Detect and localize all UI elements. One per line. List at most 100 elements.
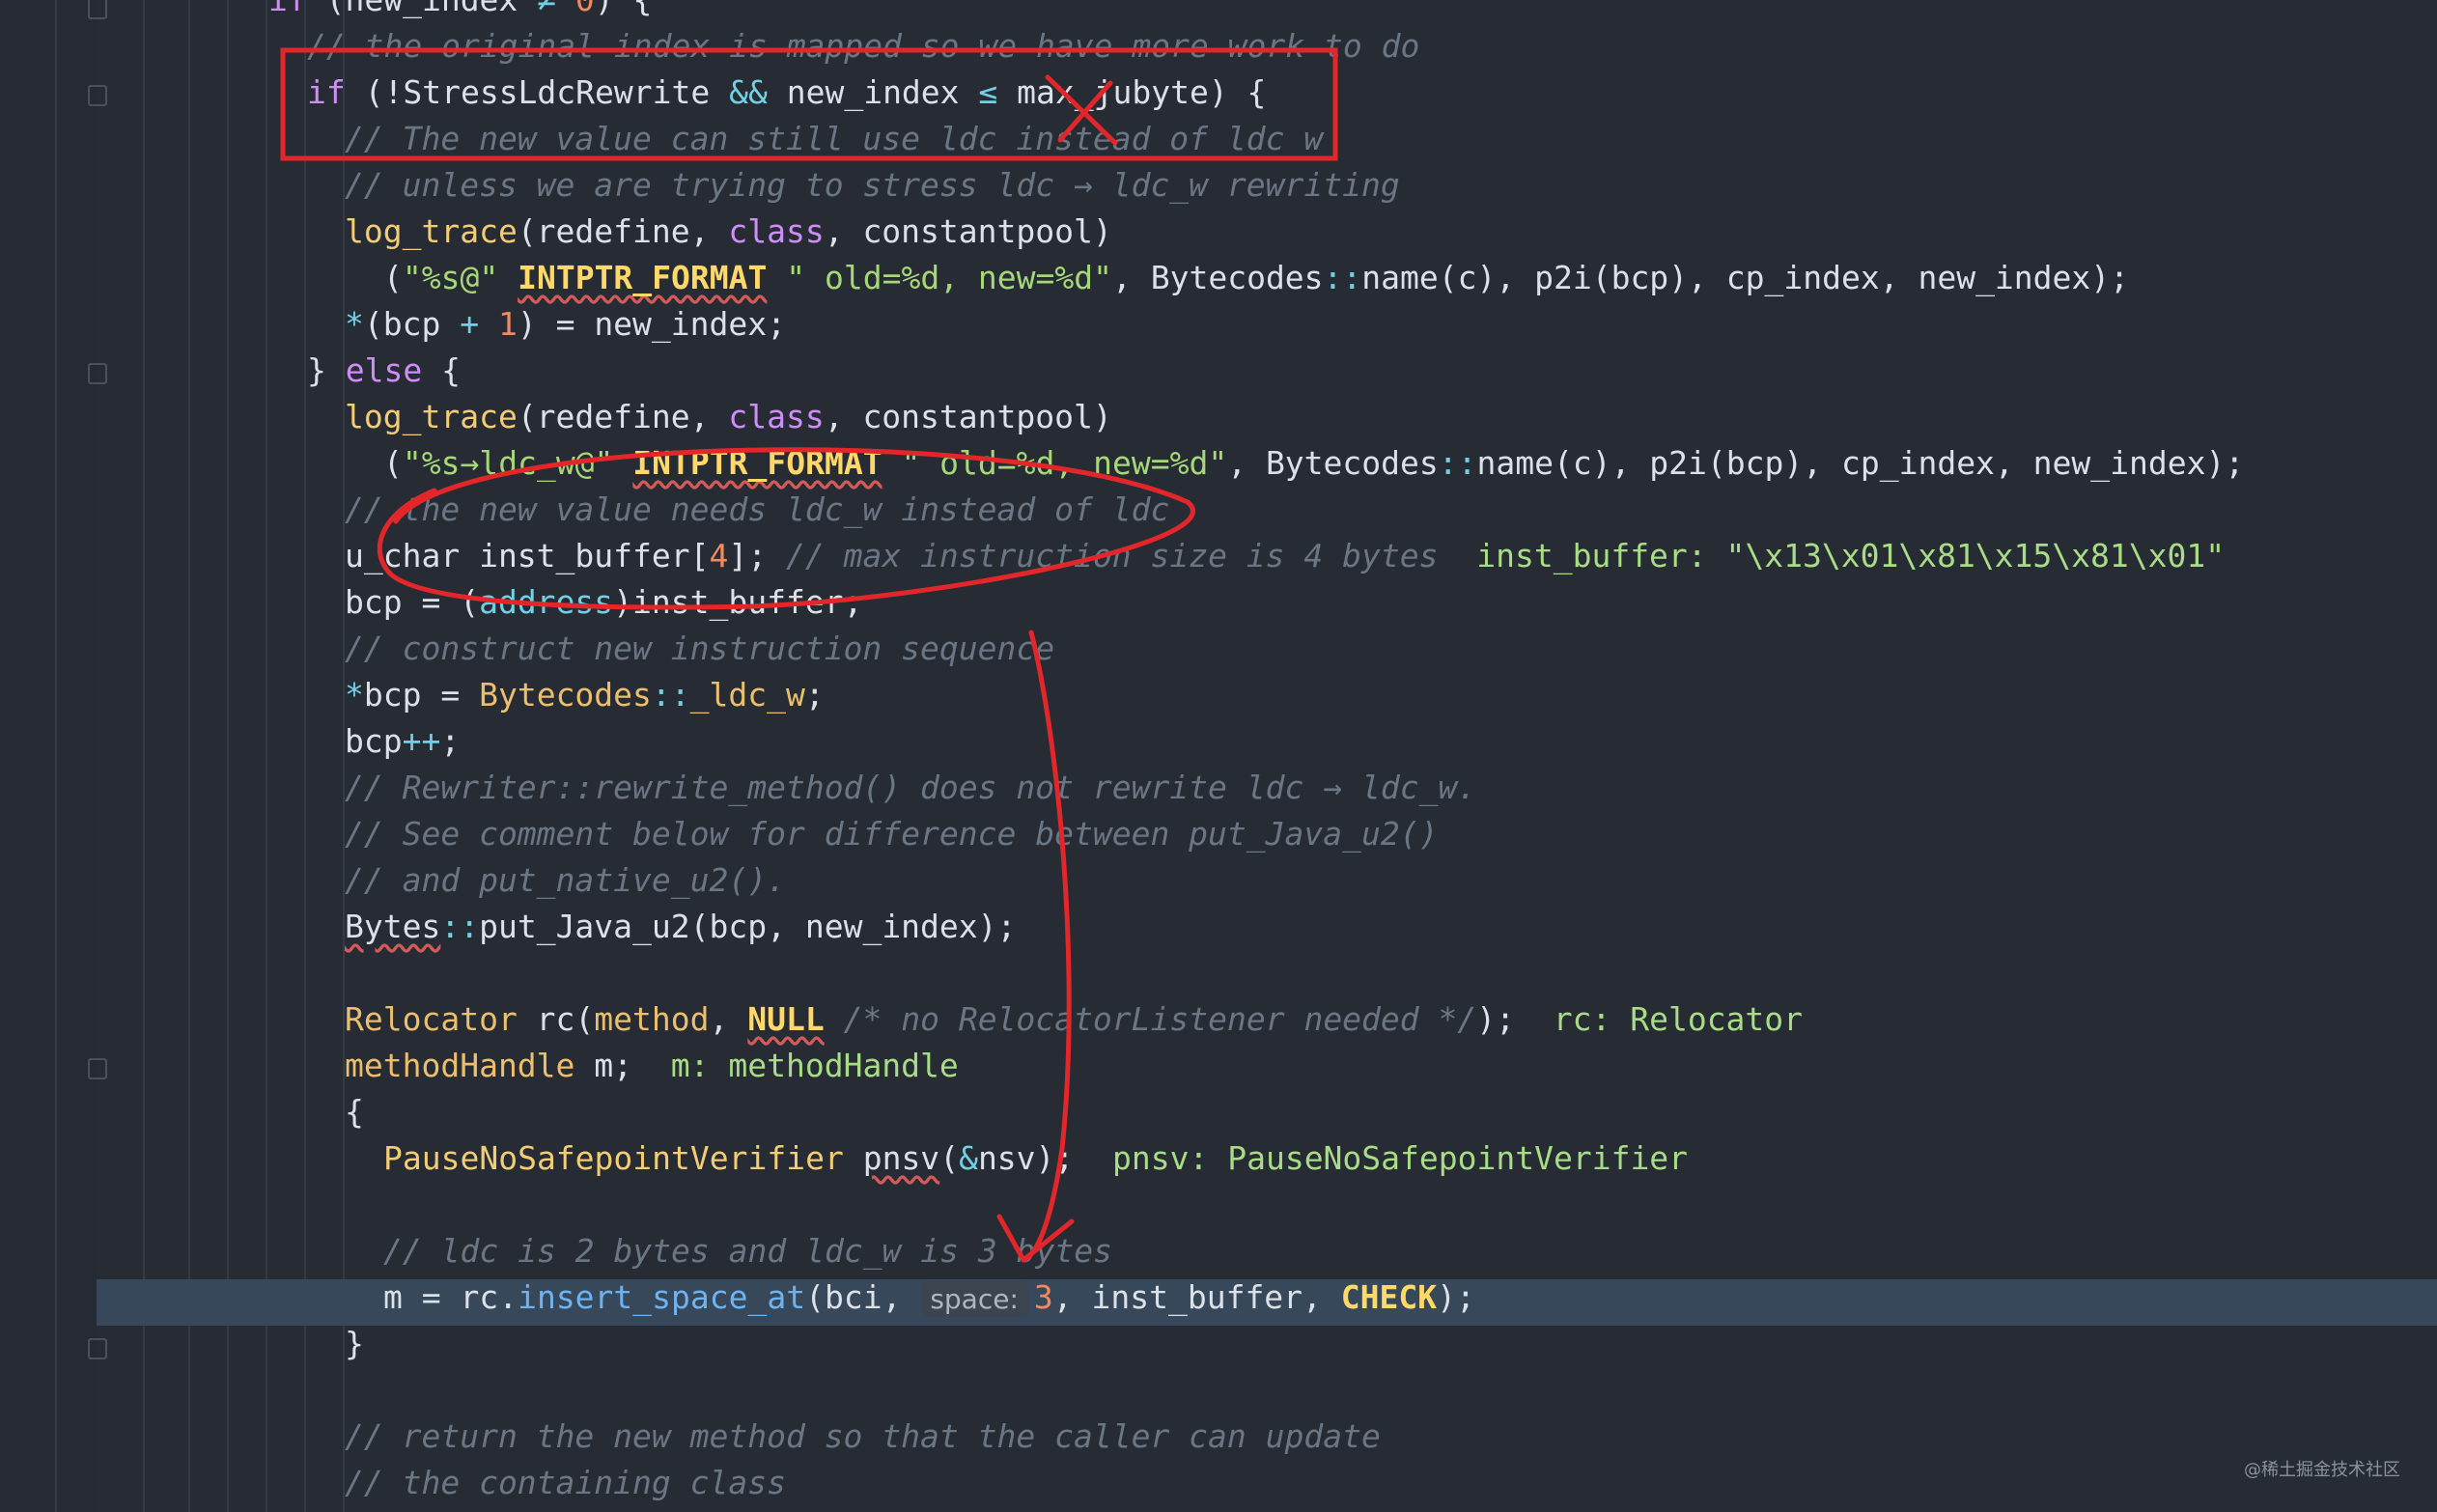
code-token: // and put_native_u2(). xyxy=(345,861,786,899)
code-token: else xyxy=(345,351,423,389)
code-line[interactable]: if (new_index ≠ 0) { xyxy=(268,0,652,23)
code-token: { xyxy=(345,1093,364,1131)
code-token: if xyxy=(307,73,346,111)
code-token: , constantpool) xyxy=(824,212,1112,250)
code-token: // the new value needs ldc_w instead of … xyxy=(345,490,1170,528)
code-line[interactable]: m = rc.insert_space_at(bci, space: 3, ins… xyxy=(383,1274,1475,1321)
code-line[interactable]: log_trace(redefine, class, constantpool) xyxy=(345,394,1112,440)
code-line[interactable]: // construct new instruction sequence xyxy=(345,626,1054,672)
code-token: ) = new_index; xyxy=(517,305,786,343)
code-token: CHECK xyxy=(1340,1278,1438,1316)
code-token: ) { xyxy=(595,0,653,18)
code-token: , Bytecodes xyxy=(1227,444,1439,482)
inlay-type-hint: m: methodHandle xyxy=(670,1047,959,1084)
code-token: + xyxy=(460,305,480,343)
code-token: bcp = xyxy=(363,676,480,714)
code-token: m = rc. xyxy=(383,1278,518,1316)
code-token: ]; xyxy=(728,537,786,574)
code-line[interactable]: // the containing class xyxy=(345,1460,786,1506)
code-token: // the containing class xyxy=(345,1464,786,1501)
code-token: log_trace xyxy=(345,212,518,250)
code-token: max_jubyte) { xyxy=(997,73,1267,111)
code-line[interactable]: // and put_native_u2(). xyxy=(345,857,786,904)
code-editor[interactable]: if (new_index ≠ 0) { // the original inde… xyxy=(0,0,2437,1512)
line-gutter[interactable] xyxy=(0,0,97,1512)
code-token: methodHandle xyxy=(345,1047,575,1084)
code-token: 0 xyxy=(575,0,595,18)
code-line[interactable]: // The new value can still use ldc inste… xyxy=(345,116,1323,162)
watermark: @稀土掘金技术社区 xyxy=(2244,1460,2400,1480)
indent-guide xyxy=(55,0,57,1512)
code-token: pnsv xyxy=(862,1139,940,1177)
code-token: // unless we are trying to stress ldc → … xyxy=(345,166,1400,204)
code-token: (redefine, xyxy=(517,398,729,435)
code-token: " old=%d, new=%d" xyxy=(882,444,1228,482)
code-token: ≤ xyxy=(978,73,998,111)
code-line[interactable]: // the original index is mapped so we ha… xyxy=(307,23,1419,70)
fold-marker-icon[interactable] xyxy=(88,1338,107,1359)
code-line[interactable]: // ldc is 2 bytes and ldc_w is 3 bytes xyxy=(383,1228,1112,1274)
code-token: put_Java_u2(bcp, new_index); xyxy=(479,908,1017,945)
fold-marker-icon[interactable] xyxy=(88,363,107,384)
inlay-type-hint: pnsv: PauseNoSafepointVerifier xyxy=(1112,1139,1689,1177)
code-token: bcp xyxy=(345,722,403,760)
parameter-hint: space: xyxy=(920,1281,1028,1317)
code-line[interactable]: // See comment below for difference betw… xyxy=(345,811,1438,857)
inlay-type-hint: inst_buffer: "\x13\x01\x81\x15\x81\x01" xyxy=(1476,537,2226,574)
code-token: address xyxy=(479,583,614,621)
code-token: INTPTR_FORMAT xyxy=(632,444,882,482)
code-line[interactable]: // the new value needs ldc_w instead of … xyxy=(345,487,1169,533)
code-token: name(c), p2i(bcp), cp_index, new_index); xyxy=(1476,444,2245,482)
code-token: :: xyxy=(651,676,690,714)
code-line[interactable]: ("%s→ldc_w@" INTPTR_FORMAT " old=%d, new… xyxy=(383,440,2244,487)
code-line[interactable]: log_trace(redefine, class, constantpool) xyxy=(345,209,1112,255)
code-line[interactable]: u_char inst_buffer[4]; // max instructio… xyxy=(345,533,2225,579)
fold-marker-icon[interactable] xyxy=(88,0,107,19)
code-token: NULL xyxy=(747,1000,825,1038)
code-line[interactable]: *(bcp + 1) = new_index; xyxy=(345,301,786,348)
code-token: ; xyxy=(804,676,825,714)
code-line[interactable]: // Rewriter::rewrite_method() does not r… xyxy=(345,765,1476,811)
code-token: if xyxy=(268,0,307,18)
code-token: // the original index is mapped so we ha… xyxy=(307,27,1420,65)
code-line[interactable]: // unless we are trying to stress ldc → … xyxy=(345,162,1400,209)
code-line[interactable]: if (!StressLdcRewrite && new_index ≤ max… xyxy=(307,70,1266,116)
code-token: } xyxy=(345,1325,364,1362)
code-token: insert_space_at xyxy=(518,1278,806,1316)
code-token: ( xyxy=(939,1139,960,1177)
code-token: ); xyxy=(1476,1000,1554,1038)
code-line[interactable]: } xyxy=(345,1321,364,1367)
code-line[interactable]: bcp = (address)inst_buffer; xyxy=(345,579,862,626)
code-token: ≠ xyxy=(537,0,556,18)
code-line[interactable]: *bcp = Bytecodes::_ldc_w; xyxy=(345,672,825,718)
code-token: { xyxy=(422,351,461,389)
code-line[interactable]: methodHandle m; m: methodHandle xyxy=(345,1043,959,1089)
code-token: (redefine, xyxy=(517,212,729,250)
code-token: 4 xyxy=(709,537,729,574)
code-line[interactable]: ("%s@" INTPTR_FORMAT " old=%d, new=%d", … xyxy=(383,255,2129,301)
code-line[interactable]: Relocator rc(method, NULL /* no Relocato… xyxy=(345,996,1803,1043)
code-line[interactable]: // return the new method so that the cal… xyxy=(345,1414,1381,1460)
code-token: ++ xyxy=(402,722,441,760)
code-token: " old=%d, new=%d" xyxy=(767,259,1112,296)
code-line[interactable]: bcp++; xyxy=(345,718,460,765)
code-token: name(c), p2i(bcp), cp_index, new_index); xyxy=(1361,259,2130,296)
code-token: log_trace xyxy=(345,398,518,435)
code-token: (bci, xyxy=(805,1278,921,1316)
code-token: "%s→ldc_w@" xyxy=(402,444,614,482)
code-line[interactable]: PauseNoSafepointVerifier pnsv(&nsv); pns… xyxy=(383,1135,1688,1182)
code-token: 1 xyxy=(497,305,518,343)
code-line[interactable]: Bytes::put_Java_u2(bcp, new_index); xyxy=(345,904,1016,950)
code-token: :: xyxy=(1323,259,1362,296)
code-token: Bytecodes xyxy=(479,676,652,714)
code-token: , Bytecodes xyxy=(1112,259,1324,296)
code-line[interactable]: } else { xyxy=(307,348,461,394)
code-token: // return the new method so that the cal… xyxy=(345,1417,1381,1455)
fold-marker-icon[interactable] xyxy=(88,1058,107,1079)
code-token: } xyxy=(307,351,346,389)
code-line[interactable]: { xyxy=(345,1089,364,1135)
fold-marker-icon[interactable] xyxy=(88,85,107,106)
